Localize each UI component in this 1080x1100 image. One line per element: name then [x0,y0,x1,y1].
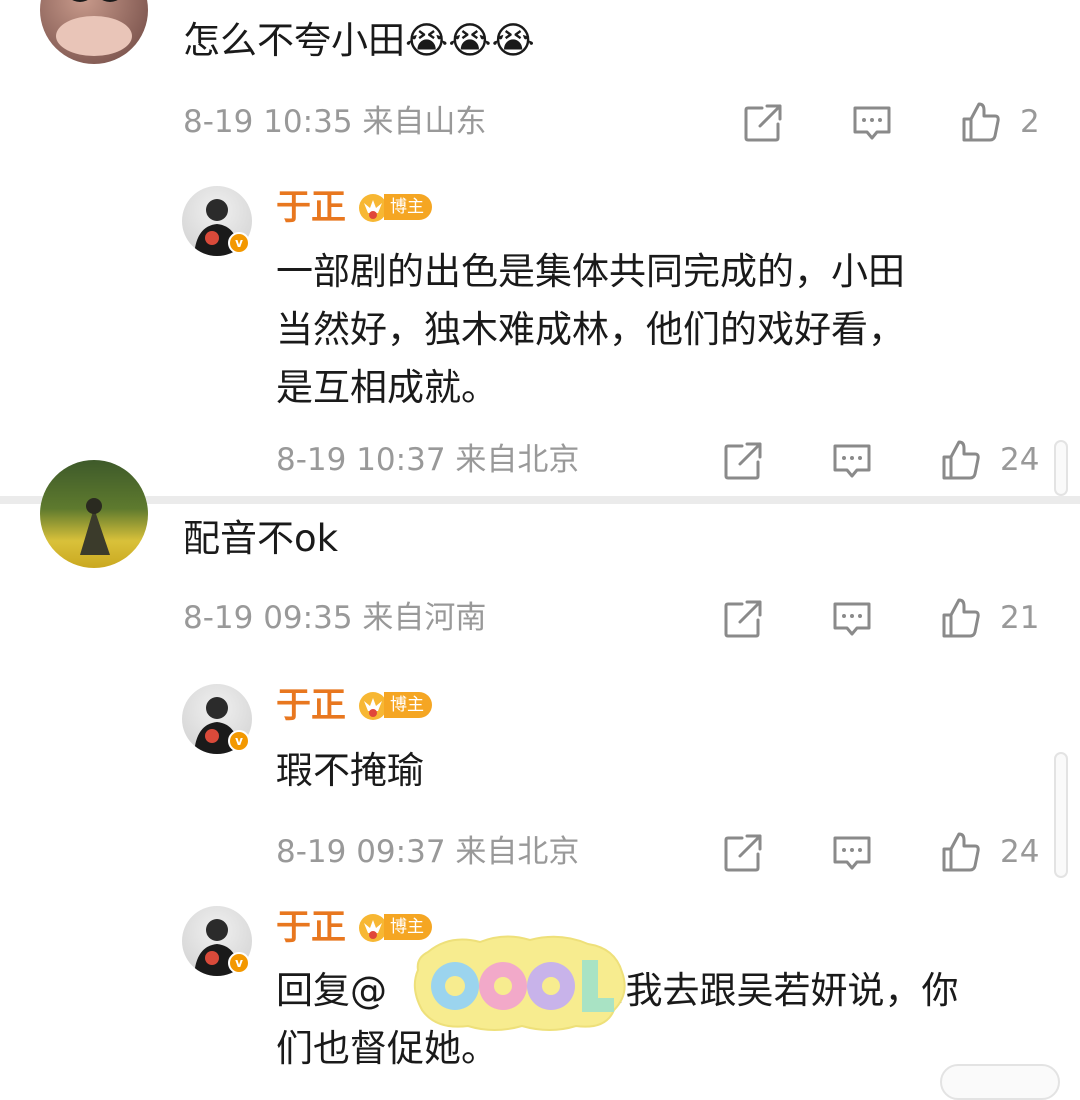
comment-meta: 8-19 10:35 来自山东 [183,102,486,142]
author-name[interactable]: 于正 [276,908,346,948]
reply-text: 回复@ :我去跟吴若妍说，你 们也督促她。 [276,962,1046,1078]
blogger-badge-label: 博主 [384,692,432,718]
comment-meta: 8-19 09:35 来自河南 [183,598,486,638]
avatar[interactable] [40,460,148,568]
comment-time: 8-19 10:35 [183,104,353,140]
thumbs-up-icon[interactable] [938,438,982,482]
reply-prefix: 回复@ [276,969,387,1012]
reply-text-line: 们也督促她。 [276,1027,498,1070]
reply-text-line: 是互相成就。 [276,366,498,409]
comment-icon[interactable] [830,596,874,640]
reply-text: 一部剧的出色是集体共同完成的，小田 当然好，独木难成林，他们的戏好看， 是互相成… [276,243,905,417]
cool-sticker-image [413,935,626,1031]
reply-location: 来自北京 [455,442,580,478]
scrollbar[interactable] [1054,752,1068,878]
comment-card: 怎么不夸小田😭😭😭 8-19 10:35 来自山东 2 v 于正 博主 一部剧的… [0,0,1080,496]
comment-location: 来自河南 [362,600,487,636]
share-icon[interactable] [720,438,764,482]
verified-badge-icon: v [228,730,250,752]
reply-time: 8-19 09:37 [276,834,446,870]
reply-text-line: 一部剧的出色是集体共同完成的，小田 [276,250,905,293]
thumbs-up-icon[interactable] [958,100,1002,144]
comment-time: 8-19 09:35 [183,600,353,636]
scrollbar[interactable] [940,1064,1060,1100]
verified-badge-icon: v [228,952,250,974]
reply-text-line: 回复@ :我去跟吴若妍说，你 [276,962,1046,1020]
comment-icon[interactable] [830,830,874,874]
comment-text: 配音不ok [183,517,339,560]
like-count: 24 [1000,834,1040,870]
reply-text-line: 当然好，独木难成林，他们的戏好看， [276,308,905,351]
author-name[interactable]: 于正 [276,686,346,726]
author-name[interactable]: 于正 [276,188,346,228]
comment-location: 来自山东 [362,104,487,140]
scrollbar[interactable] [1054,440,1068,496]
reply-time: 8-19 10:37 [276,442,446,478]
reply-meta: 8-19 10:37 来自北京 [276,440,579,480]
share-icon[interactable] [720,830,764,874]
like-count: 24 [1000,442,1040,478]
comment-text: 怎么不夸小田😭😭😭 [183,19,535,62]
like-count: 21 [1000,600,1040,636]
reply-text: 瑕不掩瑜 [276,749,424,792]
thumbs-up-icon[interactable] [938,596,982,640]
share-icon[interactable] [720,596,764,640]
divider [0,496,1080,504]
comment-icon[interactable] [830,438,874,482]
reply-location: 来自北京 [455,834,580,870]
comment-icon[interactable] [850,100,894,144]
avatar[interactable] [40,0,148,64]
blogger-badge-label: 博主 [384,194,432,220]
reply-suffix: :我去跟吴若妍说，你 [613,969,959,1012]
blogger-badge: 博主 [358,689,432,721]
verified-badge-icon: v [228,232,250,254]
thumbs-up-icon[interactable] [938,830,982,874]
blogger-badge: 博主 [358,191,432,223]
reply-meta: 8-19 09:37 来自北京 [276,832,579,872]
like-count: 2 [1020,104,1040,140]
share-icon[interactable] [740,100,784,144]
